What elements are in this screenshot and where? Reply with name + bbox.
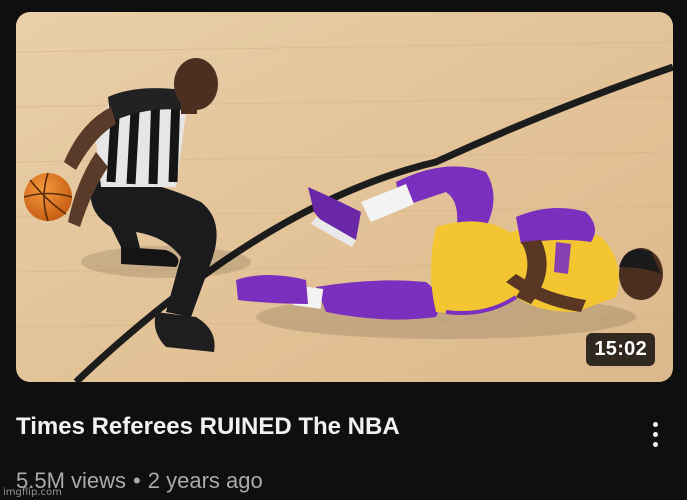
- upload-age: 2 years ago: [147, 468, 263, 493]
- video-thumbnail[interactable]: 15:02: [16, 12, 673, 382]
- duration-badge: 15:02: [586, 333, 655, 366]
- watermark: imgflip.com: [3, 487, 62, 498]
- thumbnail-image: [16, 12, 673, 382]
- more-vert-icon-dot: [652, 441, 658, 447]
- video-card: 15:02 Times Referees RUINED The NBA 5.5M…: [0, 0, 687, 500]
- more-vert-icon-dot: [652, 431, 658, 437]
- meta-separator: •: [133, 468, 141, 493]
- video-title[interactable]: Times Referees RUINED The NBA: [16, 413, 616, 441]
- more-options-button[interactable]: [640, 414, 670, 454]
- more-vert-icon: [652, 421, 658, 427]
